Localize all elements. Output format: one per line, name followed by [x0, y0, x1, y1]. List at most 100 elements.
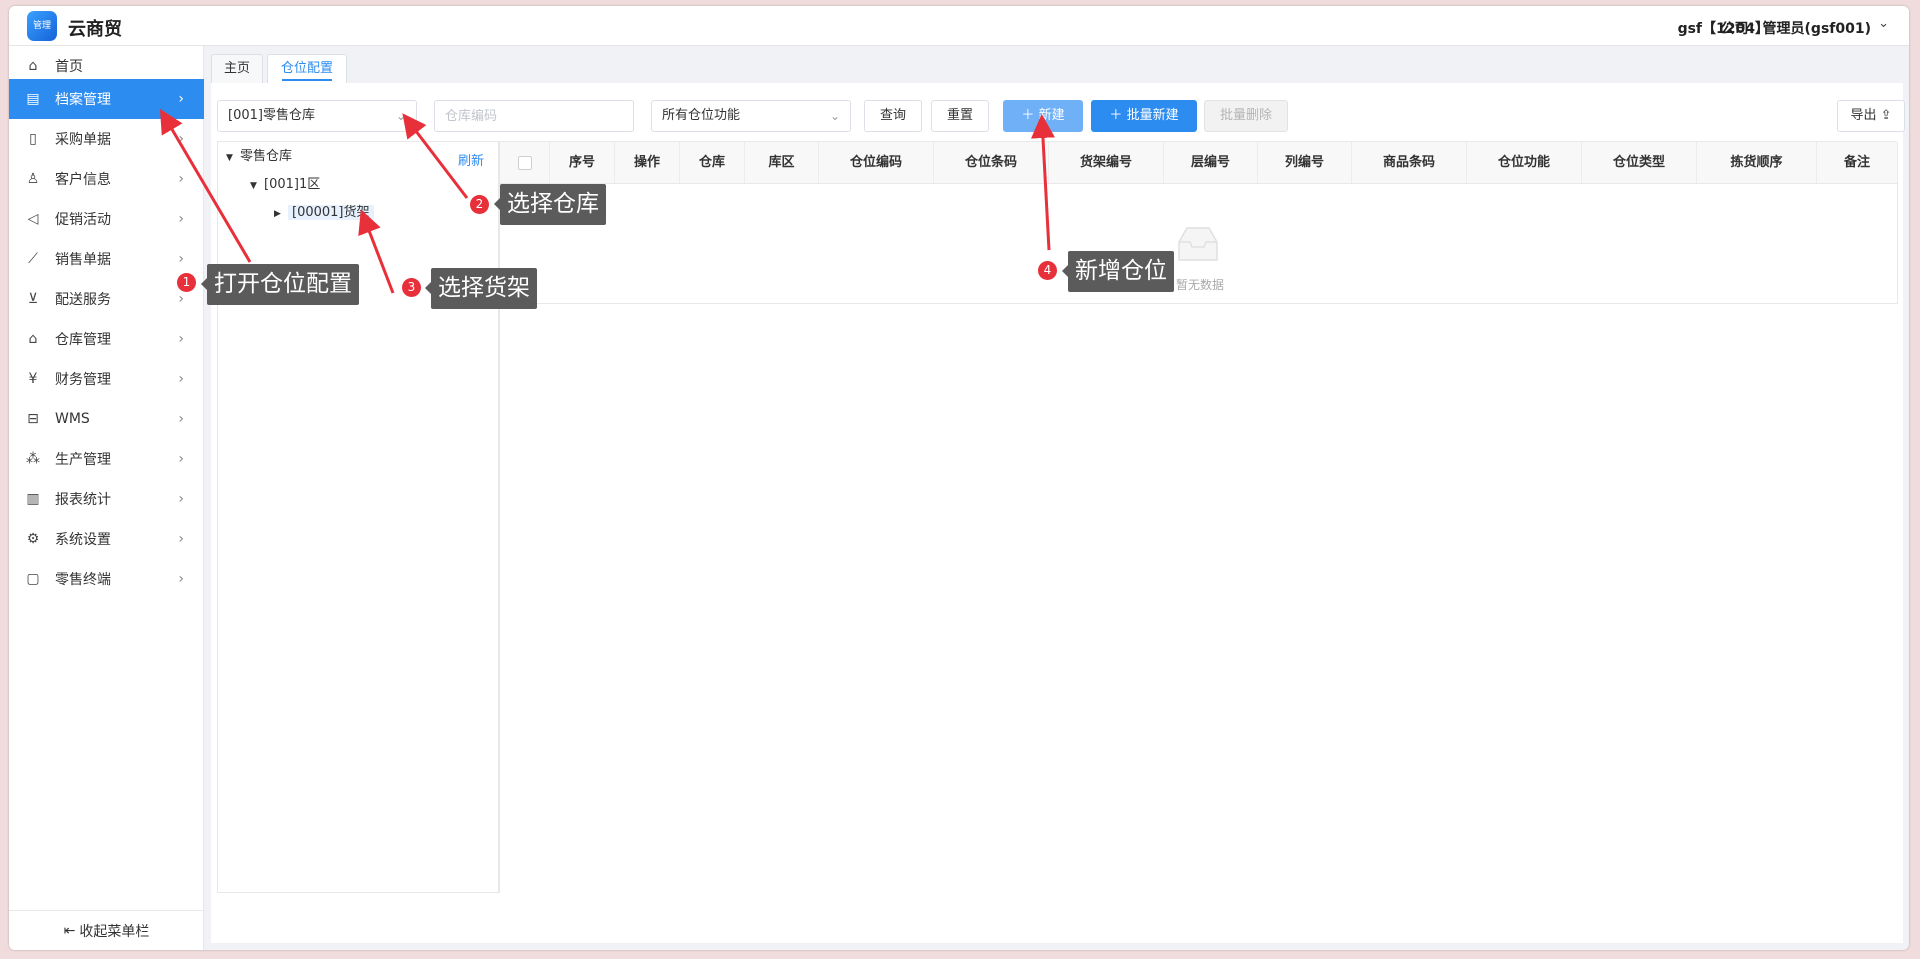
chevron-down-icon[interactable]: ⌄ — [1878, 16, 1889, 31]
app-title: 云商贸 — [68, 19, 122, 40]
tree-node-shelf[interactable]: ▶ [00001]货架 — [274, 202, 374, 224]
bar-chart-icon: ▥ — [26, 491, 40, 507]
slot-function-select[interactable]: 所有仓位功能 ⌄ — [651, 100, 851, 132]
chevron-right-icon: › — [178, 371, 184, 387]
megaphone-icon: ◁ — [27, 211, 39, 227]
sidebar-item-retail[interactable]: ▢ 零售终端 › — [9, 559, 204, 599]
sidebar-item-label: 采购单据 — [55, 132, 111, 148]
chevron-down-icon: ⌄ — [395, 109, 406, 123]
sidebar-item-label: 客户信息 — [55, 172, 111, 188]
warehouse-code-input[interactable] — [434, 100, 634, 132]
collapse-icon: ⇤ — [63, 922, 76, 939]
annotation-badge-2: 2 — [470, 195, 489, 214]
chevron-right-icon: › — [178, 571, 184, 587]
chevron-right-icon: › — [178, 91, 184, 107]
warehouse-select[interactable]: [001]零售仓库 ⌄ — [217, 100, 417, 132]
tab-home[interactable]: 主页 — [211, 54, 263, 84]
sidebar-item-reports[interactable]: ▥ 报表统计 › — [9, 479, 204, 519]
annotation-badge-3: 3 — [402, 278, 421, 297]
caret-down-icon: ▼ — [226, 153, 233, 163]
app-window: 管理 云商贸 gsf【1204】 公司：管理员(gsf001) ⌄ ⌂ 首页 ▤ 档… — [9, 6, 1909, 950]
chart-icon: ⟋ — [28, 251, 38, 267]
sidebar-item-label: 销售单据 — [55, 252, 111, 268]
column-header: 仓位类型 — [1582, 142, 1697, 183]
cart-icon: ⊻ — [27, 291, 39, 307]
select-all-cell — [500, 142, 550, 183]
warehouse-select-value: [001]零售仓库 — [228, 108, 315, 123]
batch-delete-button[interactable]: 批量删除 — [1204, 100, 1288, 132]
sidebar-item-promotion[interactable]: ◁ 促销活动 › — [9, 199, 204, 239]
home-icon: ⌂ — [28, 58, 38, 74]
sidebar-item-label: 系统设置 — [55, 532, 111, 548]
chevron-right-icon: › — [178, 251, 184, 267]
sidebar-item-finance[interactable]: ¥ 财务管理 › — [9, 359, 204, 399]
tree-node-zone[interactable]: ▼ [001]1区 — [250, 174, 320, 196]
logo-icon: 管理 — [27, 11, 57, 41]
finance-icon: ¥ — [28, 371, 38, 387]
reset-button[interactable]: 重置 — [931, 100, 989, 132]
chevron-right-icon: › — [178, 451, 184, 467]
sidebar-item-settings[interactable]: ⚙ 系统设置 › — [9, 519, 204, 559]
tree-node-label: [001]1区 — [264, 177, 321, 192]
sidebar-item-label: 财务管理 — [55, 372, 111, 388]
sidebar-item-sales[interactable]: ⟋ 销售单据 › — [9, 239, 204, 279]
batch-new-label: 批量新建 — [1126, 108, 1179, 123]
column-header: 商品条码 — [1352, 142, 1467, 183]
network-icon: ⁂ — [26, 451, 40, 467]
new-button[interactable]: ＋ 新建 — [1003, 100, 1083, 132]
empty-text: 暂无数据 — [1176, 278, 1225, 292]
annotation-badge-1: 1 — [177, 273, 196, 292]
sidebar-item-production[interactable]: ⁂ 生产管理 › — [9, 439, 204, 479]
batch-new-button[interactable]: ＋ 批量新建 — [1091, 100, 1197, 132]
sidebar-item-customer[interactable]: ♙ 客户信息 › — [9, 159, 204, 199]
annotation-select-warehouse: 选择仓库 — [494, 184, 606, 225]
chevron-right-icon: › — [178, 171, 184, 187]
tree-refresh-link[interactable]: 刷新 — [458, 150, 484, 169]
tab-slot-config[interactable]: 仓位配置 — [267, 54, 347, 84]
chevron-right-icon: › — [178, 491, 184, 507]
sidebar-item-label: 配送服务 — [55, 292, 111, 308]
sidebar-item-delivery[interactable]: ⊻ 配送服务 › — [9, 279, 204, 319]
sidebar-item-purchase[interactable]: ▯ 采购单据 › — [9, 119, 204, 159]
truck-icon: ⊟ — [27, 411, 39, 427]
column-header: 列编号 — [1258, 142, 1352, 183]
export-label: 导出 — [1850, 108, 1877, 123]
chevron-right-icon: › — [178, 531, 184, 547]
sidebar-item-archive[interactable]: ▤ 档案管理 › — [9, 79, 204, 119]
empty-inbox-icon — [1178, 227, 1218, 261]
annotation-select-shelf: 选择货架 — [425, 268, 537, 309]
chevron-right-icon: › — [178, 331, 184, 347]
gear-icon: ⚙ — [26, 531, 40, 547]
query-button[interactable]: 查询 — [864, 100, 922, 132]
sidebar-item-wms[interactable]: ⊟ WMS › — [9, 399, 204, 439]
column-header: 货架编号 — [1049, 142, 1164, 183]
bag-icon: ▢ — [26, 571, 40, 587]
column-header: 仓位编码 — [819, 142, 934, 183]
column-header: 备注 — [1817, 142, 1898, 183]
sidebar-item-label: 促销活动 — [55, 212, 111, 228]
plus-icon: ＋ — [1109, 108, 1127, 123]
warehouse-icon: ⌂ — [28, 331, 38, 347]
column-header: 仓位条码 — [934, 142, 1049, 183]
select-all-checkbox[interactable] — [517, 155, 532, 170]
collapse-menu-button[interactable]: ⇤ 收起菜单栏 — [9, 910, 204, 950]
table-header: 序号 操作 仓库 库区 仓位编码 仓位条码 货架编号 层编号 列编号 商品条码 … — [500, 142, 1898, 184]
archive-icon: ▤ — [26, 91, 40, 107]
slot-function-value: 所有仓位功能 — [662, 108, 741, 123]
sidebar-item-label: WMS — [55, 411, 90, 427]
sidebar-item-label: 首页 — [55, 59, 83, 75]
warehouse-tree: 刷新 ▼ 零售仓库 ▼ [001]1区 ▶ [00001]货架 — [217, 141, 499, 893]
main-content: [001]零售仓库 ⌄ 所有仓位功能 ⌄ 查询 重置 ＋ 新建 ＋ 批量新建 批… — [211, 83, 1905, 943]
top-bar: 管理 云商贸 gsf【1204】 公司：管理员(gsf001) ⌄ — [9, 6, 1909, 46]
caret-down-icon: ▼ — [250, 181, 257, 191]
company-menu[interactable]: 公司：管理员(gsf001) — [1721, 18, 1871, 38]
sidebar-item-label: 档案管理 — [55, 92, 111, 108]
tree-node-label: [00001]货架 — [288, 205, 374, 220]
plus-icon: ＋ — [1021, 108, 1039, 123]
tree-node-warehouse[interactable]: ▼ 零售仓库 — [226, 146, 292, 168]
collapse-label: 收起菜单栏 — [79, 923, 150, 940]
slot-table: 序号 操作 仓库 库区 仓位编码 仓位条码 货架编号 层编号 列编号 商品条码 … — [499, 141, 1898, 893]
sidebar-item-warehouse[interactable]: ⌂ 仓库管理 › — [9, 319, 204, 359]
column-header: 库区 — [745, 142, 819, 183]
export-button[interactable]: 导出 ⇪ — [1837, 100, 1905, 132]
